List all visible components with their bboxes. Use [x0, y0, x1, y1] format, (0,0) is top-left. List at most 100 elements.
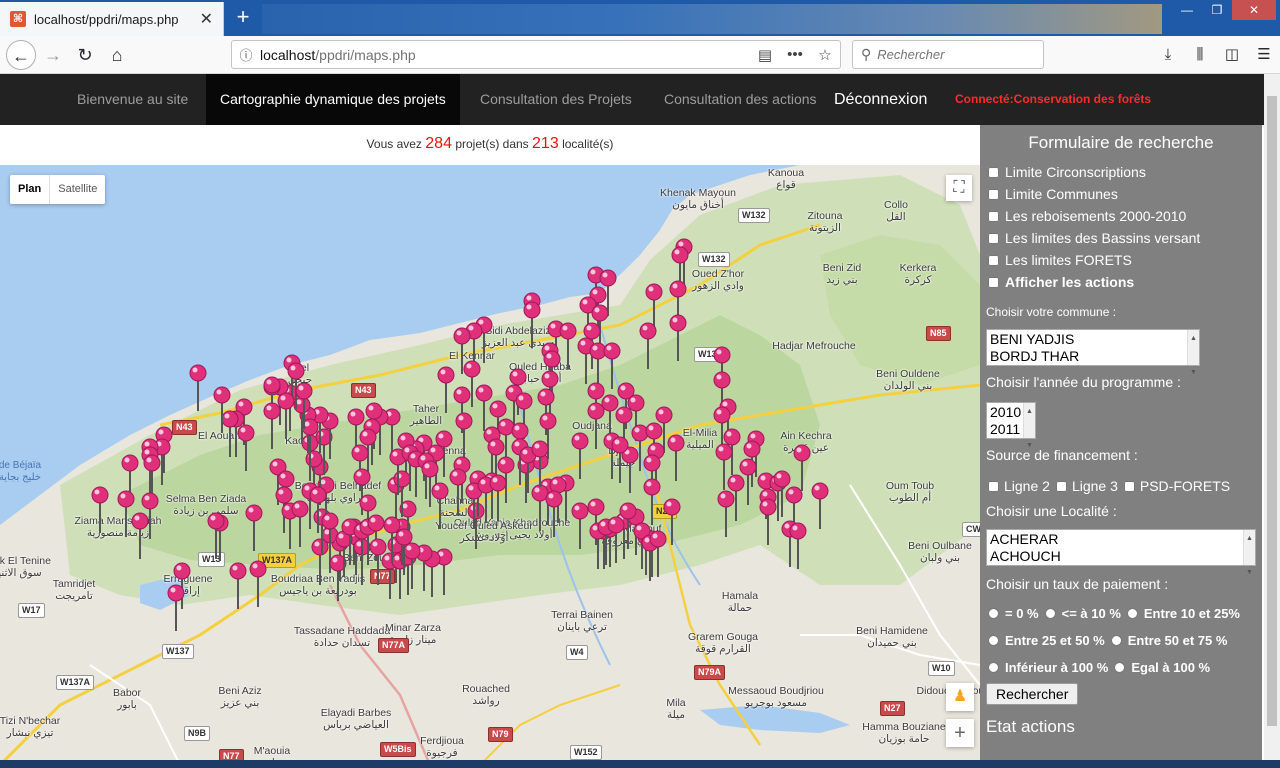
project-marker[interactable]: [229, 562, 247, 609]
library-icon[interactable]: ⫼: [1184, 40, 1216, 70]
project-marker[interactable]: [117, 490, 135, 537]
rate-radio-25-50[interactable]: [988, 635, 999, 646]
project-marker[interactable]: [571, 502, 589, 549]
nav-item-actions[interactable]: Consultation des actions: [664, 74, 817, 125]
map-type-satellite[interactable]: Satellite: [50, 175, 105, 204]
funding-checkbox-ligne3[interactable]: [1055, 480, 1067, 492]
locality-option[interactable]: ACHERAR: [990, 531, 1252, 548]
tab-close-icon[interactable]: ✕: [200, 9, 213, 29]
nav-item-projects[interactable]: Consultation des Projets: [480, 74, 632, 125]
funding-checkbox-psd[interactable]: [1123, 480, 1135, 492]
back-button[interactable]: ←: [6, 40, 36, 70]
project-marker[interactable]: [717, 490, 735, 537]
project-marker[interactable]: [643, 478, 661, 525]
project-marker[interactable]: [249, 560, 267, 607]
year-select[interactable]: 2010 2011 ▲ ▼: [986, 402, 1036, 449]
layer-checkbox-reboisements[interactable]: [988, 210, 999, 222]
page-scrollbar-thumb[interactable]: [1267, 96, 1277, 726]
forward-button[interactable]: →: [38, 40, 68, 70]
project-marker[interactable]: [131, 512, 149, 559]
commune-option[interactable]: BORDJ THAR: [990, 348, 1196, 365]
project-marker[interactable]: [437, 366, 455, 413]
funding-checkbox-ligne2[interactable]: [988, 480, 999, 492]
project-marker[interactable]: [759, 498, 777, 545]
project-marker[interactable]: [237, 424, 255, 471]
locality-option[interactable]: ACHOUCH: [990, 548, 1252, 565]
project-marker[interactable]: [571, 432, 589, 479]
project-marker[interactable]: [467, 502, 485, 549]
bookmark-star-icon[interactable]: ☆: [810, 46, 840, 64]
projects-map[interactable]: Kanoua قواع Khenak Mayoun أخناق مايون Collo ا…: [0, 165, 980, 768]
page-actions-icon[interactable]: •••: [780, 46, 810, 63]
search-input[interactable]: [877, 47, 1028, 62]
project-marker[interactable]: [291, 500, 309, 547]
minimize-icon[interactable]: —: [1172, 0, 1202, 20]
rate-radio-10[interactable]: [1044, 608, 1056, 619]
nav-item-welcome[interactable]: Bienvenue au site: [77, 74, 188, 125]
layer-checkbox-communes[interactable]: [988, 188, 999, 200]
projects-summary: Vous avez 284 projet(s) dans 213 localit…: [0, 125, 980, 165]
rate-radio-lt100[interactable]: [988, 662, 999, 673]
project-marker[interactable]: [207, 512, 225, 559]
project-marker[interactable]: [311, 538, 329, 585]
address-bar[interactable]: ⓘ localhost/ppdri/maps.php ▤ ••• ☆: [231, 40, 841, 69]
rate-radio-50-75[interactable]: [1110, 635, 1122, 646]
download-icon[interactable]: ⤓: [1152, 40, 1184, 70]
page-scrollbar[interactable]: [1264, 74, 1280, 768]
project-marker[interactable]: [455, 412, 473, 459]
restore-icon[interactable]: ❐: [1202, 0, 1232, 20]
project-marker[interactable]: [431, 482, 449, 529]
project-marker[interactable]: [789, 522, 807, 569]
home-button[interactable]: ⌂: [102, 40, 132, 70]
project-marker[interactable]: [603, 342, 621, 389]
layer-label-forets: Les limites FORETS: [1005, 252, 1132, 268]
new-tab-button[interactable]: +: [230, 4, 256, 30]
commune-select[interactable]: BENI YADJIS BORDJ THAR ▲ ▼: [986, 329, 1200, 376]
project-marker[interactable]: [245, 504, 263, 551]
layer-checkbox-bassins[interactable]: [988, 232, 999, 244]
project-marker[interactable]: [559, 322, 577, 369]
project-marker[interactable]: [91, 486, 109, 533]
reload-button[interactable]: ↻: [70, 40, 100, 70]
year-scrollbar[interactable]: ▲ ▼: [1023, 403, 1035, 449]
project-marker[interactable]: [669, 314, 687, 361]
window-close-icon[interactable]: ✕: [1232, 0, 1276, 20]
locality-scrollbar[interactable]: ▲ ▼: [1243, 530, 1255, 576]
project-marker[interactable]: [523, 301, 541, 348]
project-marker[interactable]: [531, 484, 549, 531]
project-marker[interactable]: [639, 322, 657, 369]
sidebar-icon[interactable]: ◫: [1216, 40, 1248, 70]
layer-checkbox-forets[interactable]: [988, 254, 999, 266]
logout-link[interactable]: Déconnexion: [834, 74, 927, 125]
commune-option[interactable]: BENI YADJIS: [990, 331, 1196, 348]
menu-icon[interactable]: ☰: [1248, 40, 1280, 70]
zoom-in-button[interactable]: +: [946, 719, 974, 747]
browser-tab-active[interactable]: ⌘ localhost/ppdri/maps.php ✕: [0, 2, 224, 36]
info-icon[interactable]: ⓘ: [232, 45, 260, 64]
rate-radio-0[interactable]: [988, 608, 999, 619]
locality-select[interactable]: ACHERAR ACHOUCH ▲ ▼: [986, 529, 1256, 576]
year-label: Choisir l'année du programme :: [986, 374, 1181, 390]
project-marker[interactable]: [449, 468, 467, 515]
commune-scrollbar[interactable]: ▲ ▼: [1187, 330, 1199, 376]
project-marker[interactable]: [189, 364, 207, 411]
search-box[interactable]: ⚲: [852, 40, 1044, 69]
nav-item-map[interactable]: Cartographie dynamique des projets: [206, 74, 460, 125]
project-marker[interactable]: [793, 444, 811, 491]
project-marker[interactable]: [811, 482, 829, 529]
layer-checkbox-circonscriptions[interactable]: [988, 166, 999, 178]
search-button[interactable]: Rechercher: [986, 683, 1079, 705]
rate-radio-10-25[interactable]: [1126, 608, 1138, 619]
project-marker[interactable]: [263, 402, 281, 449]
show-actions-checkbox[interactable]: [988, 276, 999, 288]
locality-label: Choisir une Localité :: [986, 503, 1117, 519]
street-view-pegman-icon[interactable]: ♟: [946, 683, 974, 711]
url-text[interactable]: localhost/ppdri/maps.php: [260, 47, 750, 63]
reader-view-icon[interactable]: ▤: [750, 46, 780, 64]
rate-radio-eq100[interactable]: [1114, 662, 1126, 673]
project-marker[interactable]: [667, 434, 685, 481]
project-marker[interactable]: [621, 446, 639, 493]
project-marker[interactable]: [587, 402, 605, 449]
fullscreen-icon[interactable]: ⛶: [946, 175, 972, 201]
map-type-plan[interactable]: Plan: [10, 175, 51, 204]
